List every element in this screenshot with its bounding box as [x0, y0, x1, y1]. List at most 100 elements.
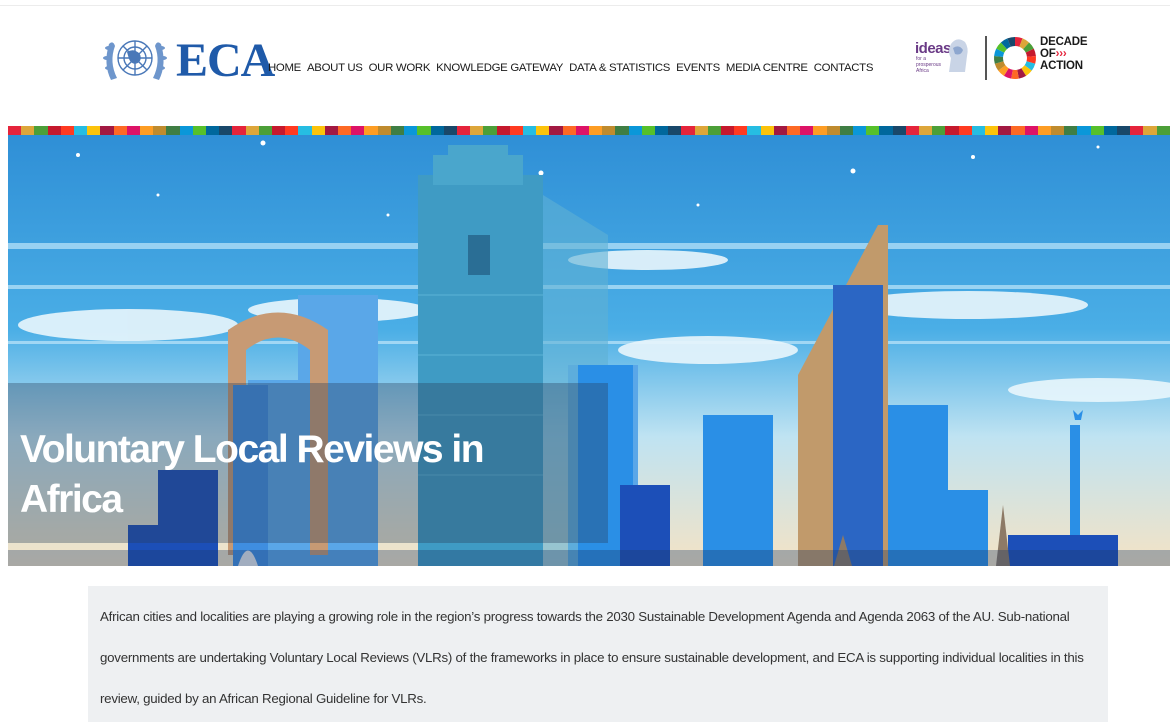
sdg-stripe-segment	[998, 126, 1012, 135]
sdg-stripe-segment	[905, 126, 920, 135]
sdg-stripe-segment	[1011, 126, 1025, 135]
sdg-stripe-segment	[311, 126, 325, 135]
sdg-stripe-segment	[206, 126, 220, 135]
sdg-stripe-segment	[1130, 126, 1144, 135]
sdg-stripe-segment	[470, 126, 484, 135]
sdg-stripe-segment	[21, 126, 35, 135]
eca-wordmark[interactable]: ECA	[176, 34, 275, 88]
sdg-stripe-segment	[602, 126, 616, 135]
sdg-stripe-segment	[971, 126, 986, 135]
sdg-stripe-segment	[575, 126, 589, 135]
nav-knowledge-gateway[interactable]: KNOWLEDGE GATEWAY	[436, 62, 563, 74]
page-title: Voluntary Local Reviews in Africa	[20, 428, 485, 521]
sdg-wheel-icon[interactable]	[993, 36, 1037, 80]
logo-divider	[985, 36, 987, 80]
sdg-stripe-segment	[166, 126, 180, 135]
hero-banner: Voluntary Local Reviews in Africa	[8, 135, 1170, 566]
nav-about-us[interactable]: ABOUT US	[307, 62, 363, 74]
sdg-stripe-segment	[734, 126, 748, 135]
sdg-stripe-segment	[945, 126, 959, 135]
sdg-stripe-segment	[654, 126, 669, 135]
sdg-stripe-segment	[258, 126, 273, 135]
nav-home[interactable]: HOME	[268, 62, 301, 74]
sdg-stripe-segment	[298, 126, 312, 135]
sdg-stripe-segment	[153, 126, 167, 135]
nav-events[interactable]: EVENTS	[676, 62, 720, 74]
sdg-stripe-segment	[522, 126, 537, 135]
sdg-stripe-segment	[1077, 126, 1091, 135]
sdg-stripe-segment	[364, 126, 378, 135]
sdg-stripe-segment	[786, 126, 801, 135]
sdg-stripe-segment	[430, 126, 444, 135]
site-header: ECA HOME ABOUT US OUR WORK KNOWLEDGE GAT…	[0, 8, 1170, 120]
ideas-head-icon	[945, 36, 969, 74]
sdg-stripe-segment	[87, 126, 101, 135]
sdg-stripe-segment	[1051, 126, 1065, 135]
sdg-stripe-segment	[1064, 126, 1078, 135]
sdg-stripe-segment	[456, 126, 471, 135]
sdg-stripe-segment	[74, 126, 88, 135]
sdg-stripe-segment	[126, 126, 141, 135]
sdg-stripe-segment	[800, 126, 814, 135]
sdg-stripe-segment	[1037, 126, 1052, 135]
sdg-stripe-segment	[826, 126, 840, 135]
sdg-stripe-segment	[1090, 126, 1104, 135]
sdg-stripe-segment	[1156, 126, 1170, 135]
sdg-stripe-segment	[694, 126, 708, 135]
sdg-stripe-segment	[879, 126, 893, 135]
sdg-stripe-segment	[140, 126, 154, 135]
partner-logos: ideas for a prosperous Africa DECADE OF›…	[915, 32, 1088, 92]
sdg-stripe-segment	[628, 126, 642, 135]
sdg-stripe-segment	[839, 126, 853, 135]
un-emblem-logo[interactable]	[97, 28, 173, 90]
sdg-stripe-segment	[1103, 126, 1118, 135]
sdg-stripe-segment	[932, 126, 946, 135]
ideas-logo-tagline: for a prosperous Africa	[916, 56, 942, 74]
top-border	[0, 0, 1170, 6]
sdg-stripe-segment	[641, 126, 655, 135]
sdg-stripe-segment	[615, 126, 629, 135]
sdg-stripe-segment	[443, 126, 457, 135]
sdg-stripe-segment	[1143, 126, 1157, 135]
nav-our-work[interactable]: OUR WORK	[369, 62, 431, 74]
sdg-stripe-segment	[324, 126, 339, 135]
sdg-stripe-segment	[985, 126, 999, 135]
sdg-stripe-segment	[272, 126, 286, 135]
sdg-stripe-segment	[245, 126, 259, 135]
sdg-stripe-segment	[483, 126, 497, 135]
sdg-stripe-segment	[747, 126, 761, 135]
sdg-stripe-segment	[192, 126, 207, 135]
sdg-stripe-segment	[919, 126, 933, 135]
nav-media-centre[interactable]: MEDIA CENTRE	[726, 62, 808, 74]
sdg-stripe-segment	[496, 126, 510, 135]
main-nav: HOME ABOUT US OUR WORK KNOWLEDGE GATEWAY…	[268, 62, 873, 74]
sdg-stripe-segment	[113, 126, 127, 135]
sdg-stripe-segment	[351, 126, 365, 135]
nav-data-statistics[interactable]: DATA & STATISTICS	[569, 62, 670, 74]
sdg-stripe-segment	[285, 126, 299, 135]
sdg-stripe-segment	[760, 126, 774, 135]
sdg-stripe-segment	[866, 126, 880, 135]
sdg-stripe-segment	[668, 126, 682, 135]
sdg-stripe-segment	[958, 126, 972, 135]
sdg-stripe-segment	[404, 126, 418, 135]
decade-line-3: ACTION	[1040, 60, 1083, 72]
decade-of-action-logo[interactable]: DECADE OF››› ACTION	[1040, 36, 1088, 72]
sdg-stripe-segment	[47, 126, 61, 135]
sdg-stripe-segment	[34, 126, 48, 135]
sdg-stripe-segment	[417, 126, 431, 135]
sdg-stripe-segment	[720, 126, 735, 135]
nav-contacts[interactable]: CONTACTS	[814, 62, 874, 74]
intro-paragraph: African cities and localities are playin…	[100, 609, 1084, 706]
sdg-stripe-segment	[338, 126, 352, 135]
sdg-stripe-segment	[707, 126, 721, 135]
sdg-stripe-segment	[8, 126, 22, 135]
sdg-stripe-segment	[219, 126, 233, 135]
sdg-stripe-segment	[60, 126, 75, 135]
decade-line-2: OF›››	[1040, 48, 1067, 60]
sdg-stripe-segment	[390, 126, 405, 135]
sdg-color-stripe	[8, 126, 1170, 135]
sdg-stripe-segment	[773, 126, 787, 135]
sdg-stripe-segment	[1024, 126, 1038, 135]
intro-text-box: African cities and localities are playin…	[88, 586, 1108, 722]
